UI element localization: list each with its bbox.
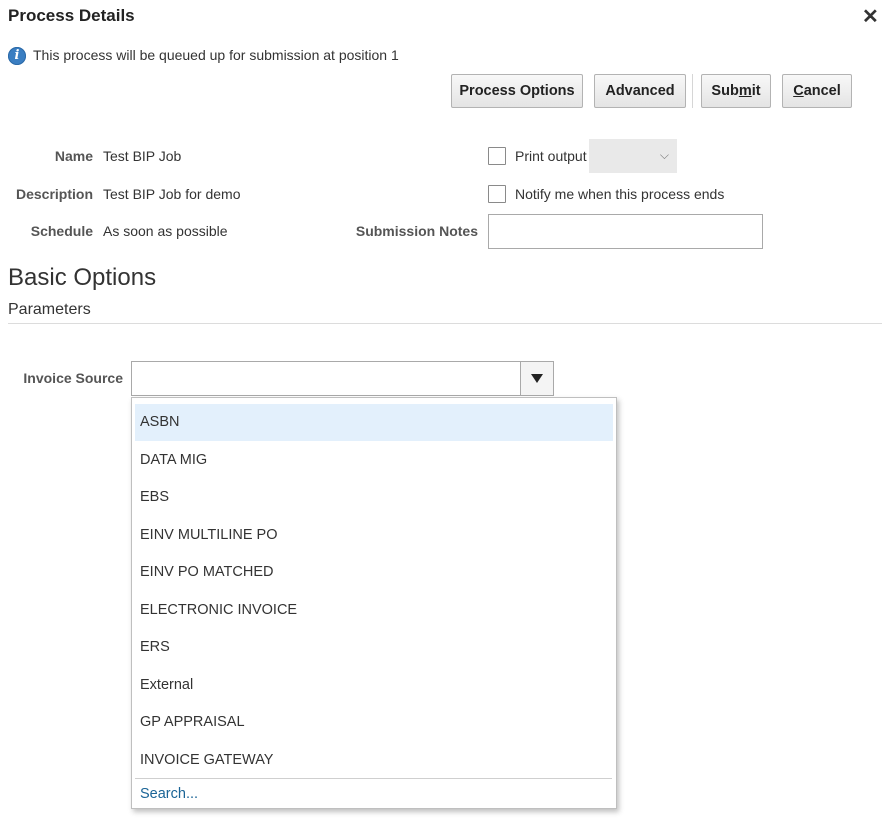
invoice-source-combobox[interactable]	[131, 361, 554, 396]
notify-checkbox[interactable]	[488, 185, 506, 203]
dropdown-option[interactable]: ASBN	[135, 404, 613, 441]
search-link[interactable]: Search...	[140, 786, 198, 802]
submission-notes-input[interactable]	[488, 214, 763, 249]
notify-label: Notify me when this process ends	[515, 186, 725, 202]
submit-button[interactable]: Submit	[701, 74, 771, 108]
process-options-button[interactable]: Process Options	[451, 74, 583, 108]
cancel-button[interactable]: Cancel	[782, 74, 852, 108]
triangle-down-icon	[531, 374, 543, 383]
dialog-title: Process Details	[8, 6, 135, 25]
dropdown-option[interactable]: EINV MULTILINE PO	[135, 517, 613, 554]
info-icon: i	[8, 47, 26, 65]
print-output-label: Print output	[515, 148, 587, 164]
dropdown-option[interactable]: External	[135, 667, 613, 704]
dropdown-option[interactable]: ERS	[135, 629, 613, 666]
dropdown-option[interactable]: GP APPRAISAL	[135, 704, 613, 741]
info-message: This process will be queued up for submi…	[33, 47, 399, 63]
chevron-down-icon: ⌵	[659, 148, 669, 162]
schedule-label: Schedule	[30, 223, 93, 239]
submission-notes-label: Submission Notes	[355, 223, 478, 239]
section-title: Basic Options	[8, 264, 157, 291]
dropdown-option[interactable]: EINV PO MATCHED	[135, 554, 613, 591]
parameters-subtitle: Parameters	[8, 301, 91, 318]
name-label: Name	[54, 148, 93, 164]
invoice-source-label: Invoice Source	[23, 370, 123, 386]
description-value: Test BIP Job for demo	[103, 186, 241, 202]
dropdown-option[interactable]: INVOICE GATEWAY	[135, 742, 613, 779]
dropdown-separator	[135, 778, 612, 779]
description-label: Description	[15, 186, 93, 202]
print-output-select[interactable]: ⌵	[589, 139, 677, 173]
divider	[8, 323, 882, 324]
dropdown-option[interactable]: DATA MIG	[135, 442, 613, 479]
dropdown-option[interactable]: EBS	[135, 479, 613, 516]
dropdown-toggle-button[interactable]	[520, 362, 553, 395]
print-output-checkbox[interactable]	[488, 147, 506, 165]
invoice-source-dropdown: ASBN DATA MIG EBS EINV MULTILINE PO EINV…	[131, 397, 617, 809]
name-value: Test BIP Job	[103, 148, 182, 164]
advanced-button[interactable]: Advanced	[594, 74, 686, 108]
schedule-value: As soon as possible	[103, 223, 228, 239]
dropdown-option[interactable]: ELECTRONIC INVOICE	[135, 592, 613, 629]
close-icon[interactable]: ✕	[862, 4, 879, 29]
button-separator	[692, 74, 693, 108]
